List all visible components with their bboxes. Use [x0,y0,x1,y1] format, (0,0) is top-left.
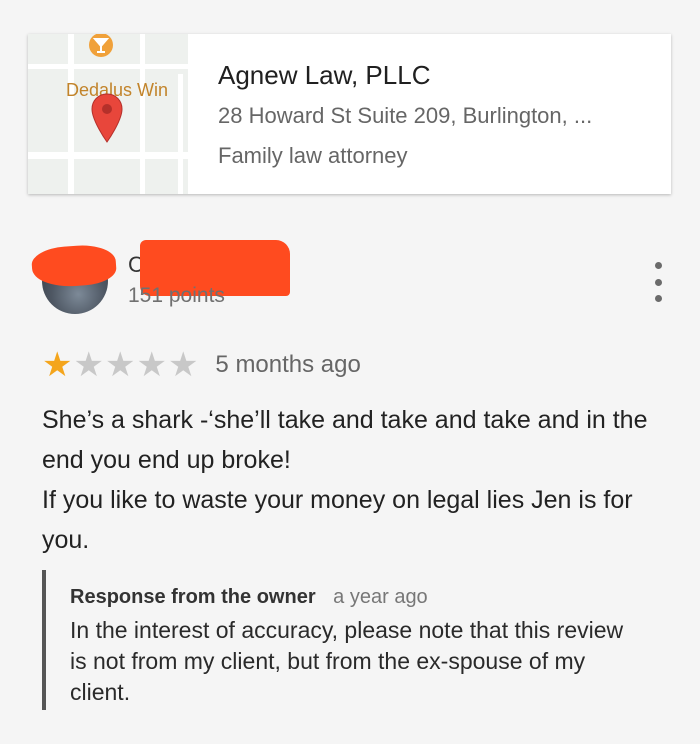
star-icon: ★ [42,346,73,384]
place-card[interactable]: Dedalus Win Agnew Law, PLLC 28 Howard St… [28,34,671,194]
place-name[interactable]: Agnew Law, PLLC [218,60,661,91]
owner-response-text: In the interest of accuracy, please note… [70,617,624,705]
owner-response-time: a year ago [333,586,428,608]
owner-response: Response from the owner a year ago In th… [42,570,642,710]
map-road [140,34,145,194]
review-text: She’s a shark -‘she’ll take and take and… [42,400,652,560]
place-address: 28 Howard St Suite 209, Burlington, ... [218,103,593,128]
map-road [68,34,74,194]
poi-glass-icon [89,34,113,57]
review-time: 5 months ago [215,351,361,378]
star-icon: ★ [136,346,167,384]
owner-response-header: Response from the owner a year ago [70,586,642,609]
star-icon: ★ [104,346,136,384]
map-road [28,152,188,159]
place-info: Agnew Law, PLLC 28 Howard St Suite 209, … [218,60,661,169]
place-category: Family law attorney [218,143,408,168]
rating-row: ★ ★ ★ ★ ★ 5 months ago [42,348,361,382]
map-road [178,74,183,194]
map-thumbnail[interactable]: Dedalus Win [28,34,188,194]
star-icon: ★ [167,346,199,384]
map-marker-icon [91,93,123,143]
map-road [28,64,188,69]
reviewer-points: 151 points [128,284,225,307]
review-text-line: If you like to waste your money on legal… [42,486,633,554]
owner-response-label: Response from the owner [70,586,316,608]
more-vert-icon[interactable] [648,262,668,302]
review-text-line: She’s a shark -‘she’ll take and take and… [42,406,648,474]
star-icon: ★ [73,346,104,384]
